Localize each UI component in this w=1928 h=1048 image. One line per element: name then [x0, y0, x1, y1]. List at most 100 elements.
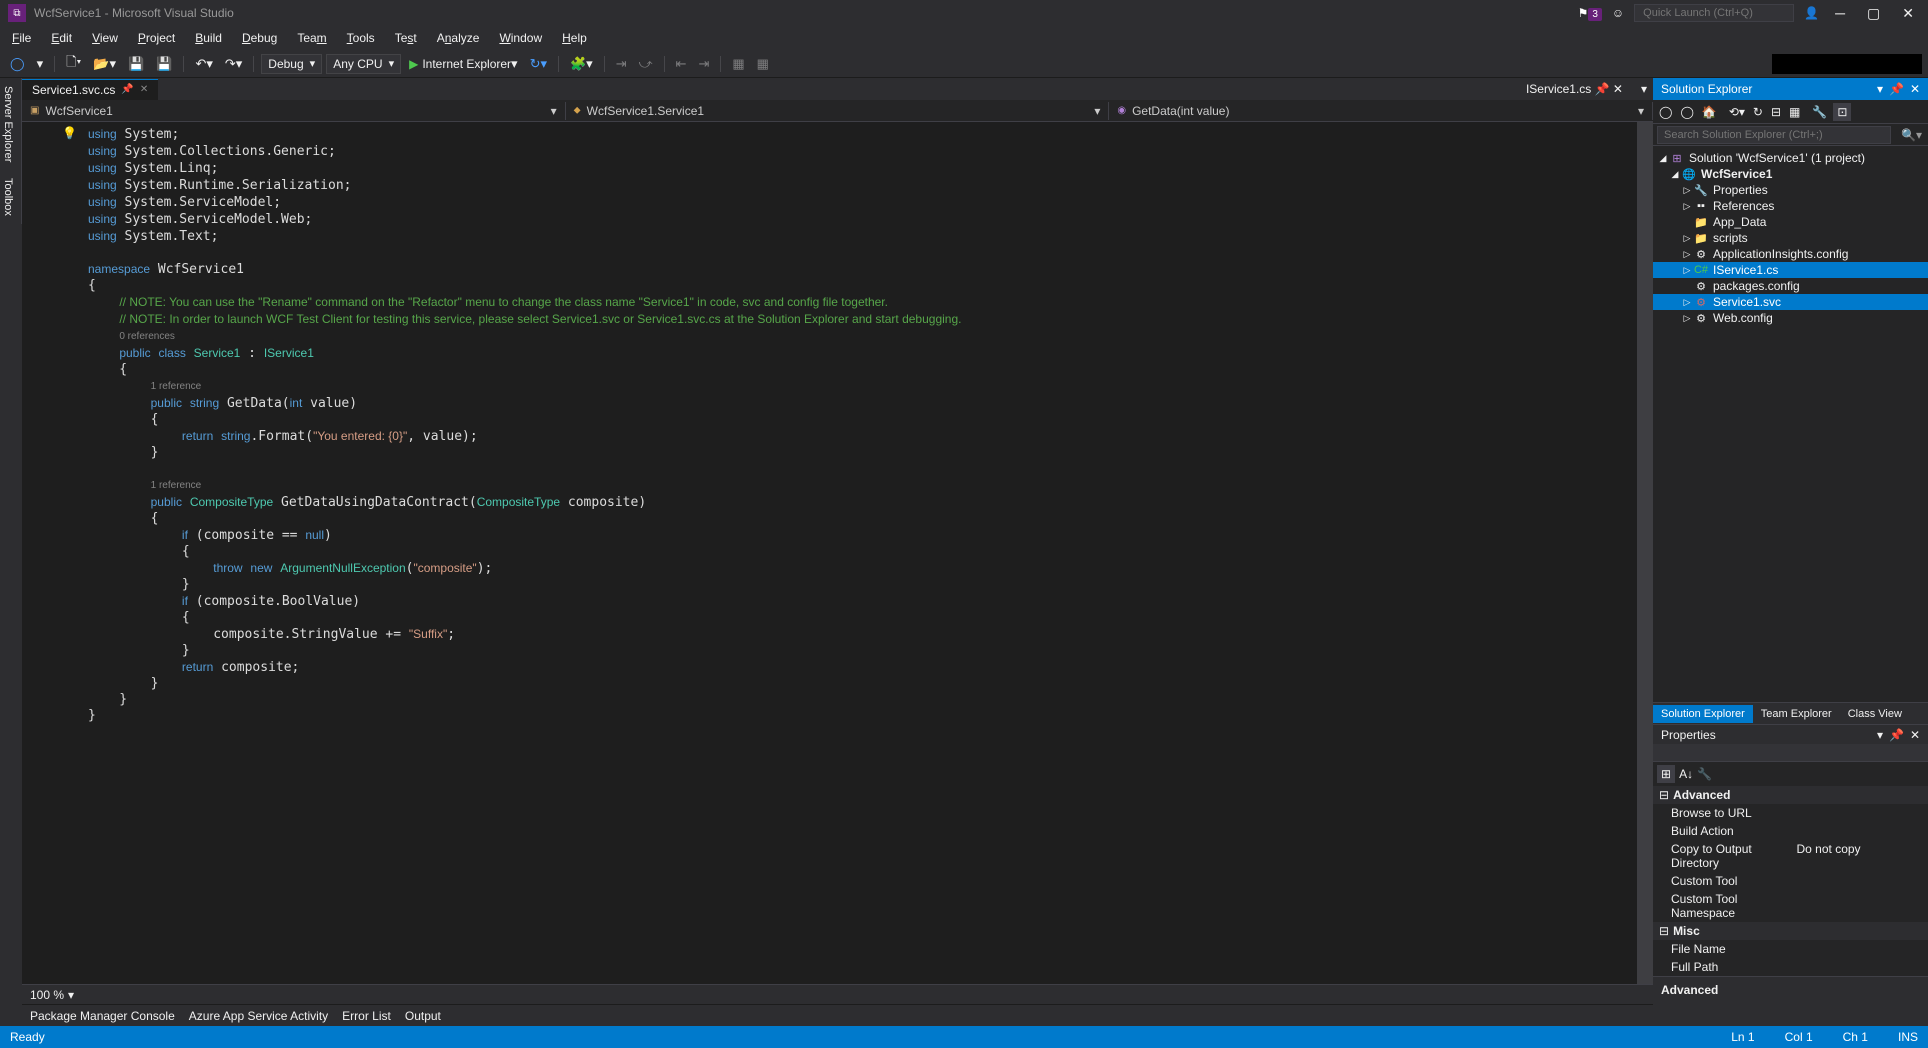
menu-help[interactable]: Help: [554, 28, 595, 48]
step-into-icon[interactable]: ⇥: [612, 54, 631, 74]
props-alpha-icon[interactable]: A↓: [1679, 767, 1693, 781]
flag-icon[interactable]: ⚑3: [1578, 6, 1602, 20]
se-tab-team[interactable]: Team Explorer: [1753, 705, 1840, 723]
menu-tools[interactable]: Tools: [339, 28, 383, 48]
menu-project[interactable]: Project: [130, 28, 183, 48]
props-cat-advanced[interactable]: ⊟Advanced: [1653, 786, 1928, 804]
tree-scripts[interactable]: ▷📁scripts: [1653, 230, 1928, 246]
se-fwd-icon[interactable]: ◯: [1678, 103, 1695, 121]
props-dropdown-icon[interactable]: ▾: [1877, 728, 1883, 742]
step-over-icon[interactable]: ⤻: [635, 54, 657, 74]
se-refresh-icon[interactable]: ↻: [1751, 103, 1765, 121]
maximize-button[interactable]: ▢: [1861, 5, 1886, 22]
toolbox-tab[interactable]: Toolbox: [0, 170, 22, 224]
tree-iservice1[interactable]: ▷C#IService1.cs: [1653, 262, 1928, 278]
redo-button[interactable]: ↷▾: [221, 54, 246, 74]
tree-solution[interactable]: ◢⊞Solution 'WcfService1' (1 project): [1653, 150, 1928, 166]
server-explorer-tab[interactable]: Server Explorer: [0, 78, 22, 170]
menu-team[interactable]: Team: [289, 28, 334, 48]
btab-output[interactable]: Output: [405, 1009, 441, 1023]
outdent-icon[interactable]: ⇥: [694, 54, 713, 74]
platform-dropdown[interactable]: Any CPU▾: [326, 54, 401, 74]
feedback-icon[interactable]: ☺: [1612, 6, 1624, 20]
btab-errorlist[interactable]: Error List: [342, 1009, 391, 1023]
nav-member-dropdown[interactable]: ◉GetData(int value)▾: [1109, 102, 1653, 120]
uncomment-icon[interactable]: ▦: [753, 54, 773, 74]
tree-appinsights[interactable]: ▷⚙ApplicationInsights.config: [1653, 246, 1928, 262]
prop-build-action[interactable]: Build Action: [1653, 822, 1928, 840]
tree-references[interactable]: ▷▪▪References: [1653, 198, 1928, 214]
se-collapse-icon[interactable]: ⊟: [1769, 103, 1783, 121]
se-preview-icon[interactable]: ⊡: [1833, 103, 1851, 121]
menu-edit[interactable]: Edit: [43, 28, 80, 48]
code-editor[interactable]: using System; using System.Collections.G…: [78, 122, 1637, 984]
close-tab-icon[interactable]: ✕: [140, 84, 148, 95]
browser-refresh-button[interactable]: ↻▾: [526, 54, 551, 74]
se-search-input[interactable]: [1657, 126, 1891, 144]
prop-custom-tool[interactable]: Custom Tool: [1653, 872, 1928, 890]
nav-back-button[interactable]: ◯: [6, 54, 29, 74]
menu-build[interactable]: Build: [187, 28, 230, 48]
props-wrench-icon[interactable]: 🔧: [1697, 767, 1712, 781]
menu-test[interactable]: Test: [387, 28, 425, 48]
run-button[interactable]: ▶Internet Explorer ▾: [405, 54, 521, 74]
se-pin-icon[interactable]: 📌: [1889, 82, 1904, 96]
prop-custom-tool-ns[interactable]: Custom Tool Namespace: [1653, 890, 1928, 922]
se-properties-icon[interactable]: 🔧: [1810, 103, 1829, 121]
nav-project-dropdown[interactable]: ▣WcfService1▾: [22, 102, 566, 120]
se-sync-icon[interactable]: ⟲▾: [1727, 103, 1747, 121]
menu-file[interactable]: File: [4, 28, 39, 48]
props-close-icon[interactable]: ✕: [1910, 728, 1920, 742]
props-categorized-icon[interactable]: ⊞: [1657, 765, 1675, 783]
zoom-dropdown-icon[interactable]: ▾: [68, 988, 74, 1002]
menu-window[interactable]: Window: [491, 28, 550, 48]
lightbulb-icon[interactable]: 💡: [62, 126, 77, 140]
indent-icon[interactable]: ⇤: [672, 54, 691, 74]
tree-packagesconfig[interactable]: ⚙packages.config: [1653, 278, 1928, 294]
menu-analyze[interactable]: Analyze: [429, 28, 488, 48]
config-dropdown[interactable]: Debug▾: [261, 54, 322, 74]
prop-file-name[interactable]: File Name: [1653, 940, 1928, 958]
close-button[interactable]: ✕: [1896, 5, 1920, 22]
tree-project[interactable]: ◢🌐WcfService1: [1653, 166, 1928, 182]
props-cat-misc[interactable]: ⊟Misc: [1653, 922, 1928, 940]
preview-tab[interactable]: IService1.cs 📌 ✕: [1516, 79, 1633, 99]
menu-debug[interactable]: Debug: [234, 28, 285, 48]
prop-copy-output[interactable]: Copy to Output DirectoryDo not copy: [1653, 840, 1928, 872]
pin-icon[interactable]: 📌: [121, 84, 133, 95]
new-button[interactable]: 🗋▾: [62, 51, 85, 77]
se-close-icon[interactable]: ✕: [1910, 82, 1920, 96]
se-tab-classview[interactable]: Class View: [1840, 705, 1910, 723]
nav-forward-button[interactable]: ▾: [33, 54, 48, 74]
minimize-button[interactable]: ─: [1829, 5, 1851, 21]
zoom-level[interactable]: 100 %: [30, 988, 64, 1002]
props-object-dropdown[interactable]: [1653, 744, 1928, 762]
nav-class-dropdown[interactable]: ⬥WcfService1.Service1▾: [566, 102, 1110, 120]
se-home-icon[interactable]: 🏠: [1700, 103, 1719, 121]
se-tab-solution[interactable]: Solution Explorer: [1653, 705, 1753, 723]
comment-icon[interactable]: ▦: [728, 54, 748, 74]
extensions-icon[interactable]: 🧩▾: [566, 54, 597, 74]
menu-view[interactable]: View: [84, 28, 126, 48]
prop-browse-url[interactable]: Browse to URL: [1653, 804, 1928, 822]
tree-properties[interactable]: ▷🔧Properties: [1653, 182, 1928, 198]
se-back-icon[interactable]: ◯: [1657, 103, 1674, 121]
editor-scrollbar[interactable]: [1637, 122, 1653, 984]
props-pin-icon[interactable]: 📌: [1889, 728, 1904, 742]
tree-appdata[interactable]: 📁App_Data: [1653, 214, 1928, 230]
save-all-button[interactable]: 💾: [152, 54, 176, 74]
save-button[interactable]: 💾: [124, 54, 148, 74]
quick-launch-input[interactable]: [1634, 4, 1794, 22]
tree-service1svc[interactable]: ▷⚙Service1.svc: [1653, 294, 1928, 310]
tab-dropdown-icon[interactable]: ▾: [1641, 82, 1647, 96]
open-button[interactable]: 📂▾: [89, 54, 120, 74]
undo-button[interactable]: ↶▾: [191, 54, 216, 74]
btab-pmc[interactable]: Package Manager Console: [30, 1009, 175, 1023]
tree-webconfig[interactable]: ▷⚙Web.config: [1653, 310, 1928, 326]
tab-service1[interactable]: Service1.svc.cs 📌 ✕: [22, 79, 158, 100]
se-showall-icon[interactable]: ▦: [1787, 103, 1802, 121]
prop-full-path[interactable]: Full Path: [1653, 958, 1928, 976]
btab-azure[interactable]: Azure App Service Activity: [189, 1009, 328, 1023]
se-dropdown-icon[interactable]: ▾: [1877, 82, 1883, 96]
signin-icon[interactable]: 👤: [1804, 6, 1819, 20]
